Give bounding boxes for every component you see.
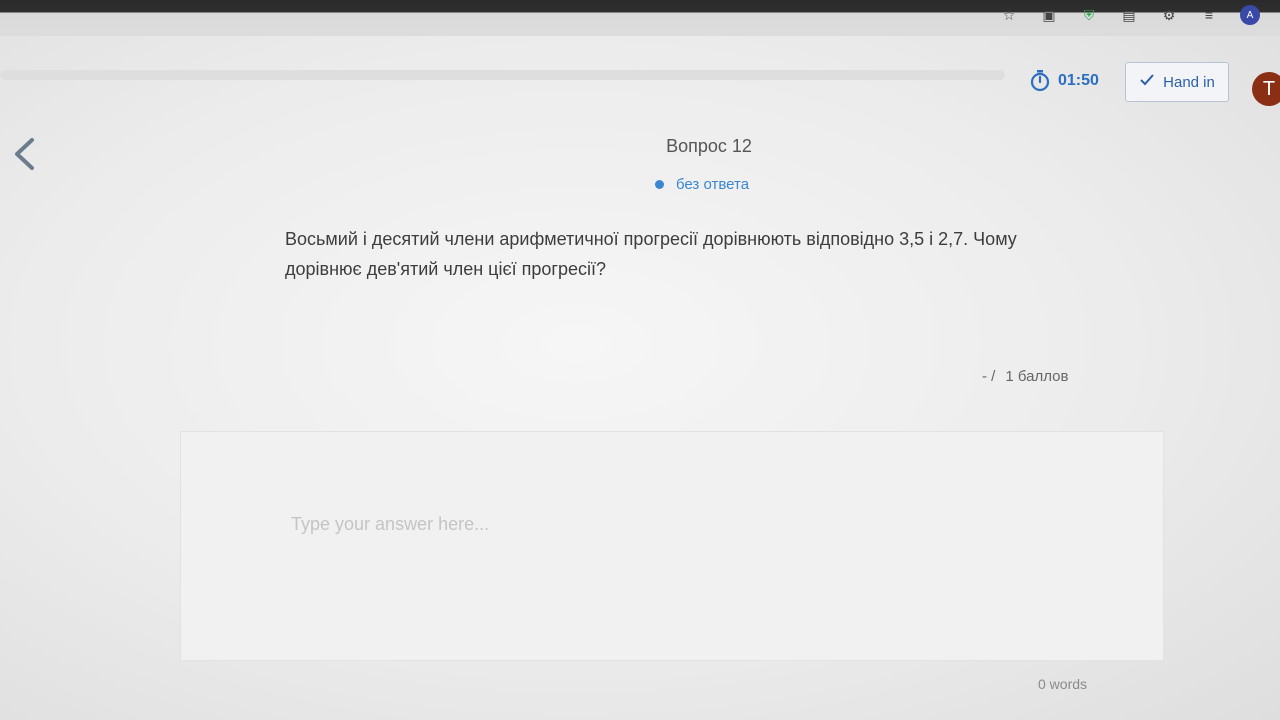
shield-icon[interactable]: ⛨	[1080, 6, 1098, 24]
browser-extensions: ☆ ▣ ⛨ ▤ ⚙ ≡ A	[1000, 2, 1260, 28]
status-dot-icon	[655, 180, 664, 189]
answer-status: без ответа	[655, 176, 749, 193]
points-value: 1 баллов	[1005, 368, 1069, 385]
star-icon[interactable]: ☆	[1000, 6, 1018, 24]
points-prefix: - /	[982, 368, 996, 385]
progress-bar	[0, 70, 1005, 80]
question-text: Восьмий і десятий члени арифметичної про…	[285, 229, 1017, 279]
quiz-page: 01:50 Hand in T Вопрос 12 без ответа Вос…	[0, 36, 1280, 720]
stopwatch-icon	[1030, 70, 1050, 92]
hand-in-label: Hand in	[1163, 73, 1215, 91]
hand-in-button[interactable]: Hand in	[1125, 62, 1229, 102]
checkmark-icon	[1139, 73, 1155, 91]
browser-profile-icon[interactable]: A	[1240, 5, 1260, 25]
question-title: Вопрос 12	[666, 136, 752, 156]
timer-value: 01:50	[1058, 72, 1099, 89]
timer: 01:50	[1030, 70, 1099, 92]
points: - / 1 баллов	[982, 368, 1068, 385]
user-initial: T	[1262, 77, 1276, 100]
settings-icon[interactable]: ⚙	[1160, 6, 1178, 24]
answer-box	[180, 431, 1164, 661]
menu-icon[interactable]: ≡	[1200, 6, 1218, 24]
puzzle-icon[interactable]: ▤	[1120, 6, 1138, 24]
browser-toolbar: ☆ ▣ ⛨ ▤ ⚙ ≡ A	[0, 0, 1280, 36]
status-label: без ответа	[676, 176, 750, 193]
extension-icon[interactable]: ▣	[1040, 6, 1058, 24]
answer-input[interactable]	[289, 512, 1113, 636]
user-avatar[interactable]: T	[1252, 72, 1280, 106]
word-count: 0 words	[1038, 676, 1088, 692]
